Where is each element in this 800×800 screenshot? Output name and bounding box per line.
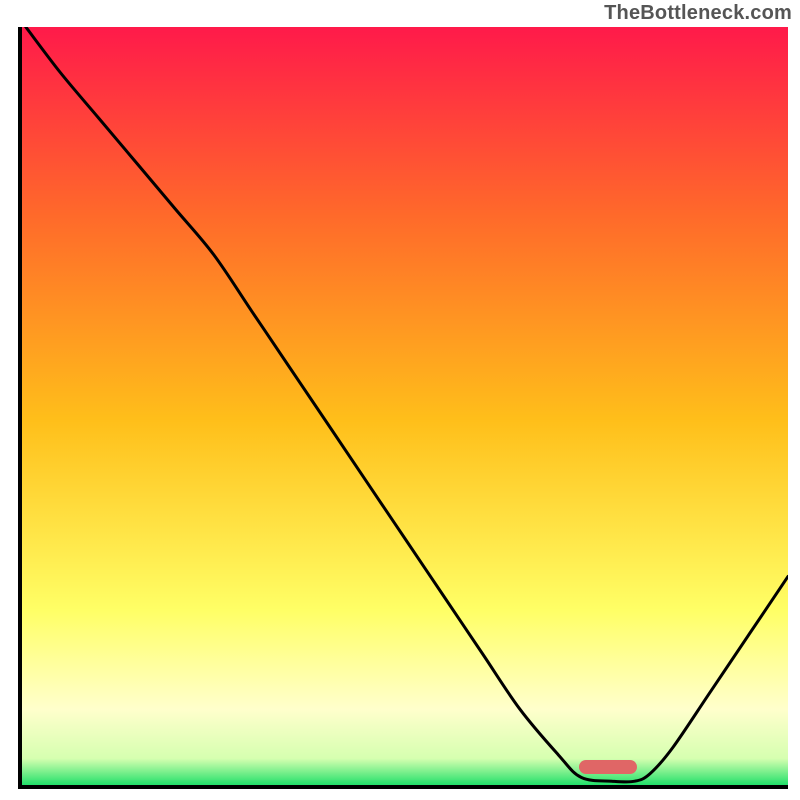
chart-container: TheBottleneck.com (0, 0, 800, 800)
bottleneck-curve (26, 27, 788, 782)
x-axis (18, 785, 788, 789)
optimal-range-marker (579, 760, 637, 774)
bottleneck-curve-svg (18, 27, 788, 789)
y-axis (18, 27, 22, 789)
watermark-text: TheBottleneck.com (604, 2, 792, 25)
plot-area (18, 27, 788, 789)
